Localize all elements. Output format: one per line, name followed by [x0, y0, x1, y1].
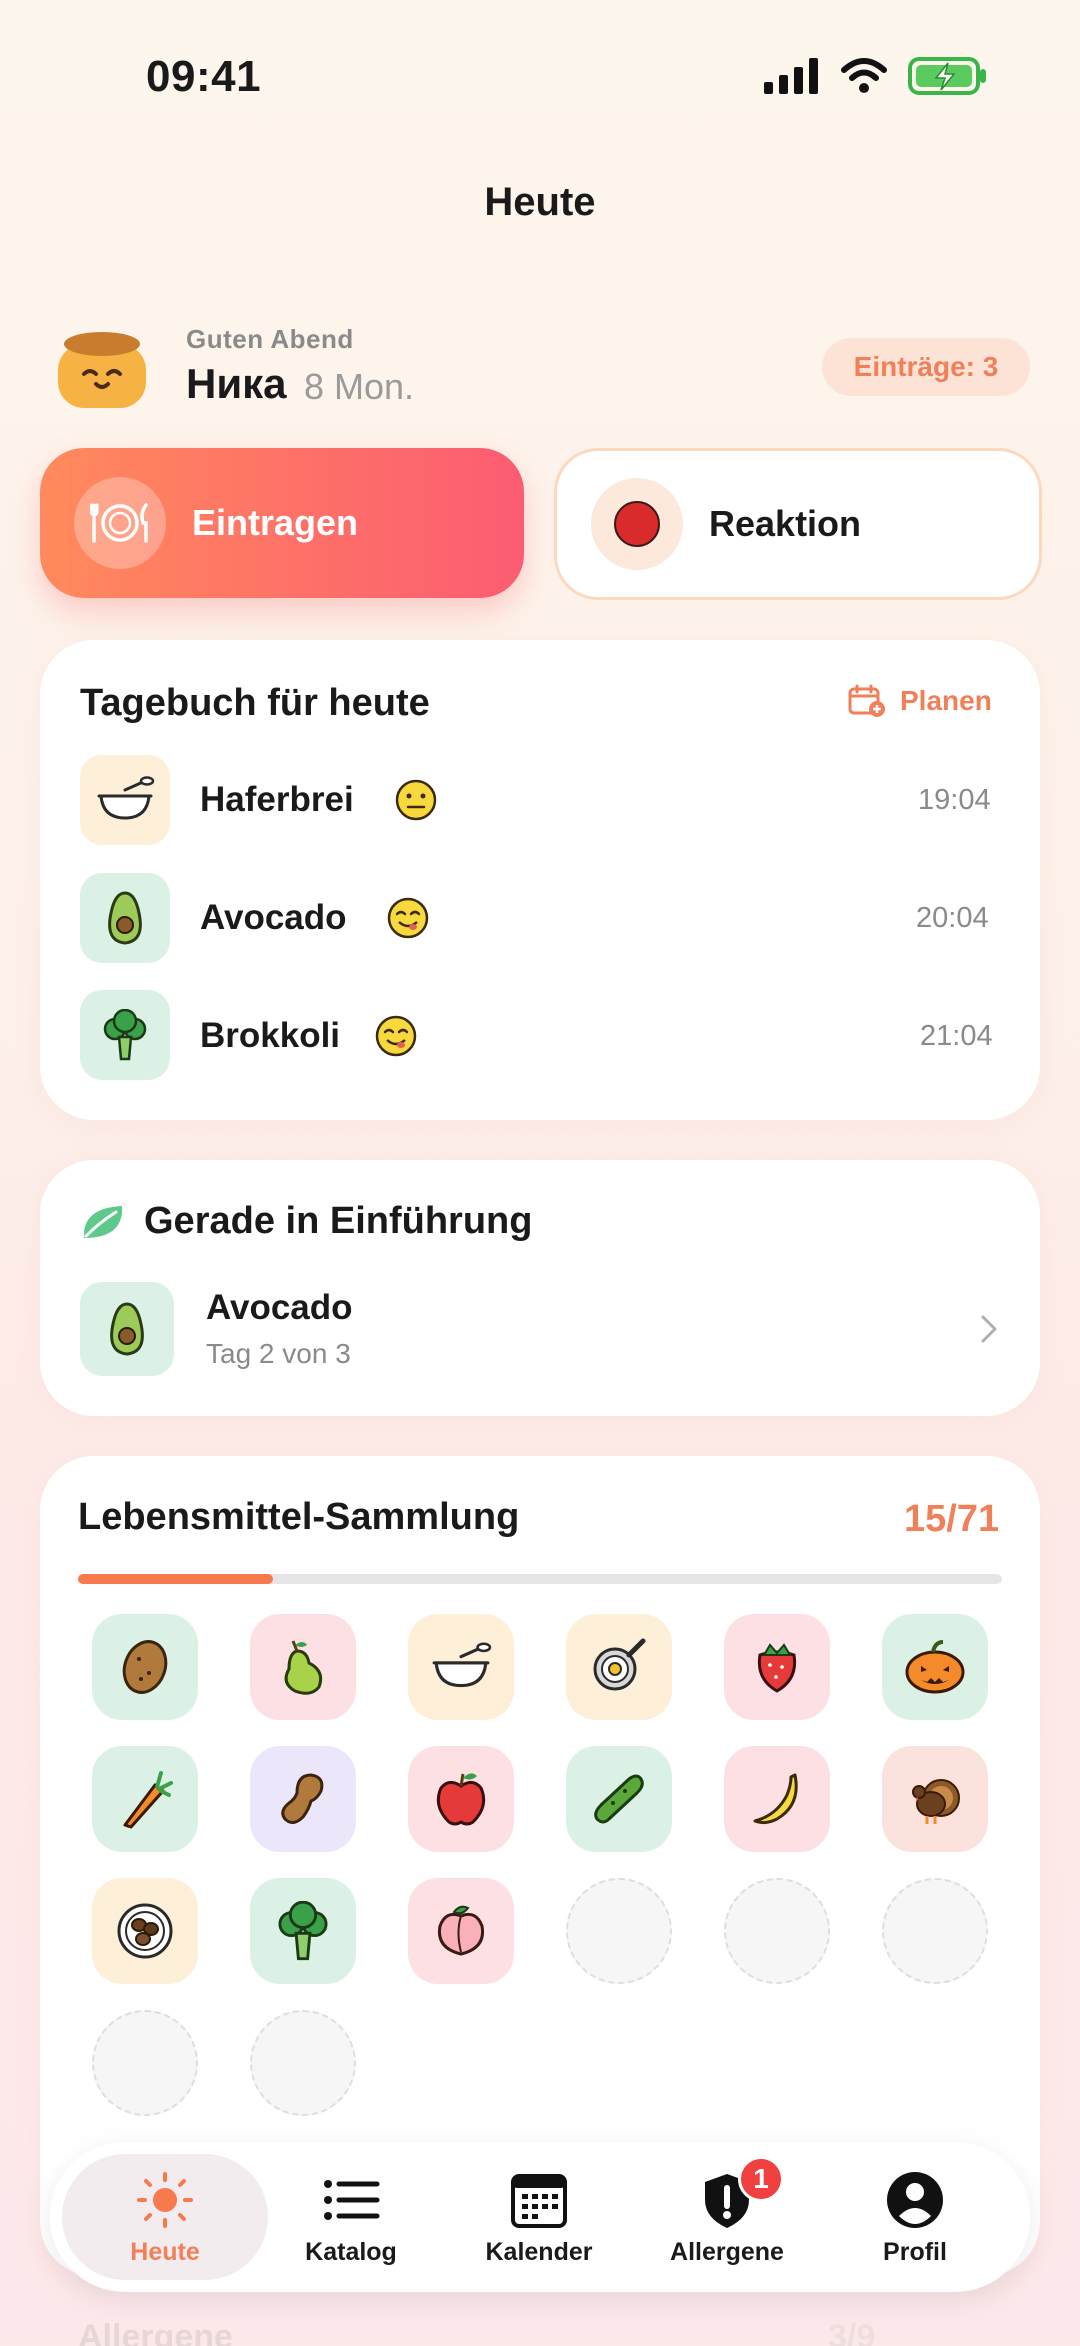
nav-tab-allergene[interactable]: 1 Allergene: [642, 2156, 812, 2267]
child-name: Ника: [186, 360, 287, 407]
broccoli-icon: [80, 990, 170, 1080]
chevron-right-icon: [980, 1314, 998, 1349]
empty-food-slot: [92, 2010, 198, 2116]
allergens-section-peek: Allergene: [78, 2318, 233, 2346]
allergene-badge: 1: [738, 2156, 784, 2202]
greeting-salutation: Guten Abend: [186, 324, 354, 354]
nav-label: Allergene: [670, 2238, 784, 2266]
pumpkin-icon[interactable]: [882, 1614, 988, 1720]
calendar-icon: [511, 2174, 567, 2228]
broccoli-icon[interactable]: [250, 1878, 356, 1984]
introduction-card[interactable]: [40, 1160, 1040, 1416]
log-meal-label: Eintragen: [192, 502, 359, 543]
diary-time: 20:04: [916, 902, 989, 934]
nav-tab-kalender[interactable]: Kalender: [454, 2170, 624, 2267]
turkey-icon[interactable]: [882, 1746, 988, 1852]
entries-count-badge[interactable]: Einträge: 3: [822, 338, 1030, 396]
nav-label: Kalender: [485, 2238, 593, 2266]
introduction-progress: Tag 2 von 3: [206, 1338, 351, 1369]
diary-time: 19:04: [918, 784, 991, 816]
introduction-title: Gerade in Einführung: [144, 1200, 533, 1242]
empty-food-slot: [882, 1878, 988, 1984]
log-meal-button[interactable]: Eintragen: [40, 448, 524, 598]
nav-label: Profil: [883, 2238, 947, 2266]
banana-icon[interactable]: [724, 1746, 830, 1852]
profile-icon: [887, 2172, 943, 2228]
diary-title: Tagebuch für heute: [80, 682, 430, 724]
empty-food-slot: [250, 2010, 356, 2116]
collection-progress-fill: [78, 1574, 273, 1584]
avocado-icon: [80, 1282, 174, 1376]
list-icon: [324, 2180, 380, 2220]
nav-label: Heute: [130, 2238, 200, 2266]
leaf-icon: [80, 1202, 126, 1247]
introduction-food: Avocado: [206, 1288, 353, 1327]
diary-food-name: Avocado: [200, 898, 347, 937]
nav-tab-heute[interactable]: Heute: [80, 2170, 250, 2267]
nav-tab-profil[interactable]: Profil: [830, 2170, 1000, 2267]
red-dot-icon: [591, 478, 683, 570]
diary-food-name: Haferbrei: [200, 780, 354, 819]
calendar-add-icon: [848, 684, 885, 717]
beans-icon[interactable]: [92, 1878, 198, 1984]
peach-icon[interactable]: [408, 1878, 514, 1984]
plan-label: Planen: [900, 685, 992, 716]
pear-icon[interactable]: [250, 1614, 356, 1720]
plate-icon: [74, 477, 166, 569]
yum-face-icon: [386, 896, 430, 945]
nav-label: Katalog: [305, 2238, 397, 2266]
wifi-icon: [841, 58, 887, 93]
yum-face-icon: [374, 1014, 418, 1063]
carrot-icon[interactable]: [92, 1746, 198, 1852]
apple-icon[interactable]: [408, 1746, 514, 1852]
nav-tab-katalog[interactable]: Katalog: [266, 2170, 436, 2267]
avocado-icon: [80, 873, 170, 963]
mascot-avatar: [56, 330, 148, 410]
peanut-icon[interactable]: [250, 1746, 356, 1852]
sun-icon: [137, 2172, 193, 2228]
page-title: Heute: [484, 180, 596, 224]
diary-food-name: Brokkoli: [200, 1016, 341, 1055]
cucumber-icon[interactable]: [566, 1746, 672, 1852]
potato-icon[interactable]: [92, 1614, 198, 1720]
collection-count: 15/71: [904, 1498, 1000, 1540]
status-time: 09:41: [146, 52, 262, 101]
signal-icon: [764, 58, 818, 94]
diary-time: 21:04: [920, 1020, 993, 1052]
empty-food-slot: [566, 1878, 672, 1984]
allergens-count-peek: 3/9: [828, 2318, 876, 2346]
plan-button[interactable]: Planen: [848, 684, 992, 718]
collection-title: Lebensmittel-Sammlung: [78, 1496, 520, 1538]
status-icons: [764, 56, 988, 96]
porridge-icon[interactable]: [408, 1614, 514, 1720]
fried-egg-icon[interactable]: [566, 1614, 672, 1720]
battery-icon: [908, 57, 986, 95]
reaction-label: Reaktion: [709, 503, 862, 544]
child-age: 8 Mon.: [304, 366, 415, 407]
reaction-button[interactable]: Reaktion: [554, 448, 1042, 600]
bowl-icon: [80, 755, 170, 845]
empty-food-slot: [724, 1878, 830, 1984]
strawberry-icon[interactable]: [724, 1614, 830, 1720]
neutral-face-icon: [394, 778, 438, 827]
